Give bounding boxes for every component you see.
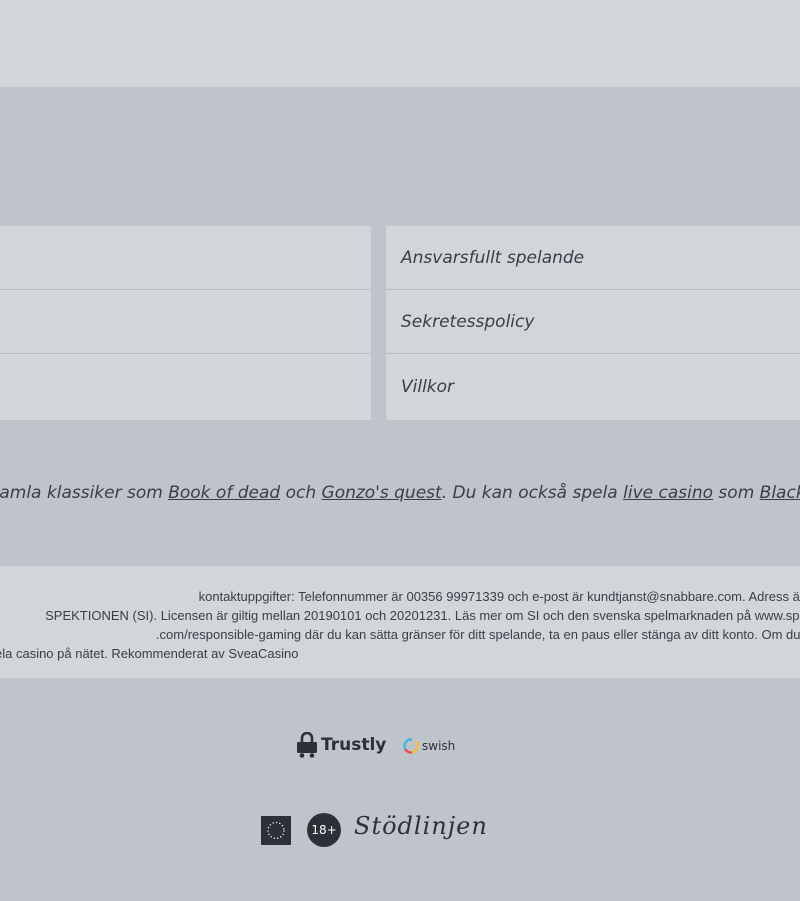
promo-segment: de gamla klassiker som [0,483,163,503]
footer-link-row[interactable] [0,290,371,354]
promo-text: de gamla klassiker som Book of dead och … [0,483,800,511]
footer-link-row[interactable] [0,226,371,290]
support-logos: 18+ Stödlinjen [261,812,521,848]
legal-line: SPEKTIONEN (SI). Licensen är giltig mell… [45,608,800,623]
legal-line: ela casino på nätet. Rekommenderat av Sv… [0,646,299,661]
footer-links-left [0,226,371,420]
age-limit-badge[interactable]: 18+ [307,813,341,847]
footer-link-row[interactable]: Ansvarsfullt spelande [386,226,800,290]
legal-line: .com/responsible-gaming där du kan sätta… [155,627,800,642]
gonzos-quest-link[interactable]: Gonzo's quest [322,483,442,503]
swish-icon [403,738,419,754]
trustly-logo: Trustly [296,732,386,758]
responsible-gaming-link[interactable]: Ansvarsfullt spelande [401,248,584,268]
trustly-wordmark: Trustly [321,735,387,755]
book-of-dead-link[interactable]: Book of dead [168,483,280,503]
privacy-policy-link[interactable]: Sekretesspolicy [401,312,534,332]
swish-logo: swish [403,738,455,754]
footer-link-row[interactable]: Sekretesspolicy [386,290,800,354]
footer-link-row[interactable] [0,354,371,420]
blackjack-link[interactable]: Blackjack [760,483,800,503]
payment-methods: Trustly swish [296,732,466,760]
spelinspektionen-logo[interactable] [261,816,291,845]
footer-link-row[interactable]: Villkor [386,354,800,420]
swish-wordmark: swish [422,739,456,753]
stodlinjen-logo[interactable]: Stödlinjen [354,812,488,840]
legal-info: kontaktuppgifter: Telefonnummer är 00356… [0,566,800,678]
trustly-lock-icon [297,732,317,758]
live-casino-link[interactable]: live casino [623,483,713,503]
header-band [0,0,800,87]
legal-line: kontaktuppgifter: Telefonnummer är 00356… [198,589,800,604]
spelinspektionen-icon [267,821,285,840]
promo-segment: som [713,483,760,503]
footer-links-right: Ansvarsfullt spelande Sekretesspolicy Vi… [386,226,800,420]
promo-segment: . Du kan också spela [441,483,624,503]
promo-segment: och [280,483,322,503]
terms-link[interactable]: Villkor [401,377,454,397]
